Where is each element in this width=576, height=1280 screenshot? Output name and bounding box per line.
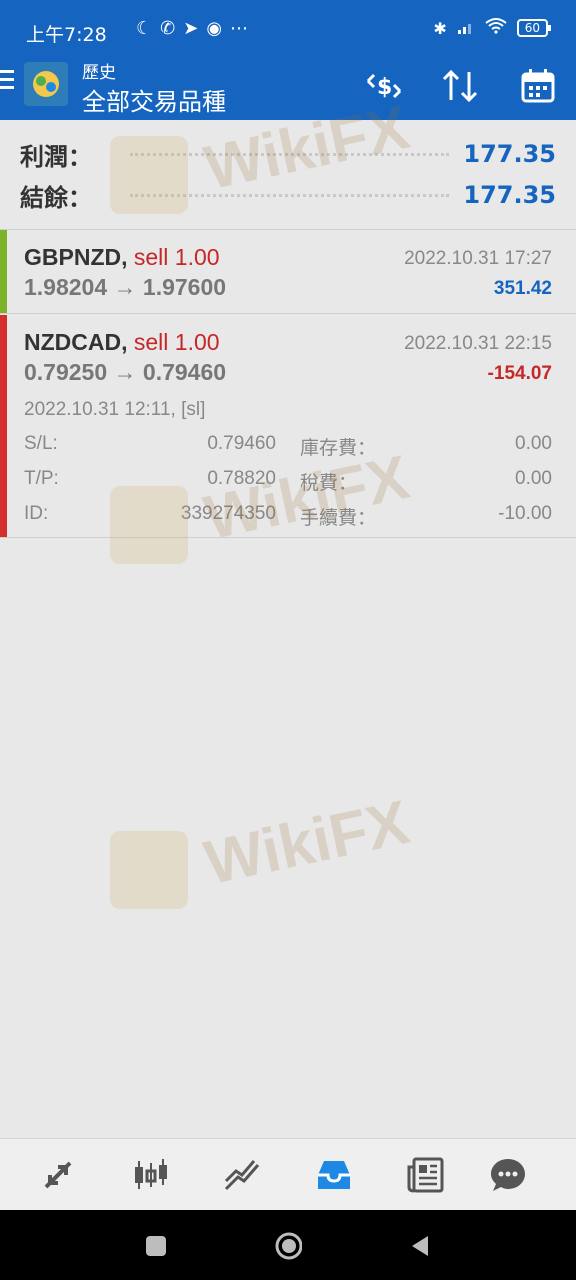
chrome-icon: ◉ <box>206 18 223 39</box>
trade-row[interactable]: GBPNZD, sell 1.00 2022.10.31 17:27 1.982… <box>0 230 576 314</box>
commission-label: 手續費： <box>300 508 377 529</box>
status-left-icons: ☾ ✆ ➤ ◉ ⋯ <box>136 18 248 39</box>
tax-label: 稅費： <box>300 473 358 494</box>
profit-row: 利潤： 177.35 <box>20 134 556 174</box>
swap-label: 庫存費： <box>300 438 377 459</box>
more-icon: ⋯ <box>230 18 249 39</box>
currency-swap-icon[interactable]: $ <box>364 66 404 106</box>
trade-row-expanded[interactable]: NZDCAD, sell 1.00 2022.10.31 22:15 0.792… <box>0 315 576 538</box>
sl-label: S/L: <box>24 433 58 454</box>
svg-text:$: $ <box>377 75 392 100</box>
menu-icon[interactable] <box>0 70 14 92</box>
chat-icon[interactable] <box>484 1151 532 1199</box>
dotted-leader <box>130 152 450 156</box>
home-icon[interactable] <box>274 1232 302 1260</box>
trade-symbol: GBPNZD, sell 1.00 <box>24 244 220 270</box>
dotted-leader <box>130 193 450 197</box>
tax-value: 0.00 <box>515 468 552 489</box>
whatsapp-icon: ✆ <box>160 18 176 39</box>
back-icon[interactable] <box>406 1232 434 1260</box>
recents-icon[interactable] <box>142 1232 170 1260</box>
trade-status-bar <box>0 315 7 537</box>
swap-value: 0.00 <box>515 433 552 454</box>
chart-icon[interactable] <box>126 1151 174 1199</box>
status-bar: 上午7:28 ☾ ✆ ➤ ◉ ⋯ ✱ 60 <box>0 0 576 50</box>
battery-icon: 60 <box>516 19 552 37</box>
tp-value: 0.78820 <box>207 468 276 489</box>
news-icon[interactable] <box>402 1151 450 1199</box>
id-value: 339274350 <box>180 503 276 524</box>
system-nav-bar <box>0 1210 576 1280</box>
trade-close-time: 2022.10.31 22:15 <box>404 333 552 354</box>
watermark-logo-icon <box>110 831 188 909</box>
profit-value: 177.35 <box>463 140 556 168</box>
trade-prices: 0.79250 → 0.79460 <box>24 359 227 385</box>
sl-value: 0.79460 <box>207 433 276 454</box>
balance-label: 結餘： <box>20 183 92 212</box>
wifi-icon <box>485 18 507 38</box>
bottom-nav <box>0 1138 576 1210</box>
moon-icon: ☾ <box>136 18 153 39</box>
app-bar: 歷史 全部交易品種 $ <box>0 50 576 120</box>
trade-icon[interactable] <box>34 1151 82 1199</box>
trade-prices: 1.98204 → 1.97600 <box>24 274 227 300</box>
trend-icon[interactable] <box>218 1151 266 1199</box>
trade-symbol: NZDCAD, sell 1.00 <box>24 329 220 355</box>
detail-row: ID: 339274350 手續費： -10.00 <box>24 503 552 533</box>
profit-label: 利潤： <box>20 142 92 171</box>
app-subtitle: 歷史 <box>82 63 116 83</box>
tp-label: T/P: <box>24 468 59 489</box>
detail-row: T/P: 0.78820 稅費： 0.00 <box>24 468 552 498</box>
bluetooth-icon: ✱ <box>433 18 447 38</box>
sort-icon[interactable] <box>440 66 480 106</box>
telegram-icon: ➤ <box>183 18 199 39</box>
balance-row: 結餘： 177.35 <box>20 175 556 215</box>
detail-row: S/L: 0.79460 庫存費： 0.00 <box>24 433 552 463</box>
status-time: 上午7:28 <box>26 24 107 46</box>
history-icon[interactable] <box>310 1151 358 1199</box>
signal-icon <box>457 19 475 38</box>
trade-side: sell 1.00 <box>133 329 220 355</box>
trade-status-bar <box>0 230 7 313</box>
balance-value: 177.35 <box>463 181 556 209</box>
trade-close-time: 2022.10.31 17:27 <box>404 248 552 269</box>
trade-profit: -154.07 <box>487 363 552 384</box>
app-logo <box>24 62 68 106</box>
calendar-icon[interactable] <box>518 66 558 106</box>
status-right-icons: ✱ 60 <box>433 18 552 38</box>
summary-panel: 利潤： 177.35 結餘： 177.35 <box>0 120 576 230</box>
trade-profit: 351.42 <box>493 278 552 299</box>
commission-value: -10.00 <box>498 503 552 524</box>
id-label: ID: <box>24 503 49 524</box>
trade-side: sell 1.00 <box>133 244 220 270</box>
trade-open-info: 2022.10.31 12:11, [sl] <box>24 399 206 420</box>
watermark: WikiFX <box>110 788 440 915</box>
app-title: 全部交易品種 <box>82 88 226 116</box>
